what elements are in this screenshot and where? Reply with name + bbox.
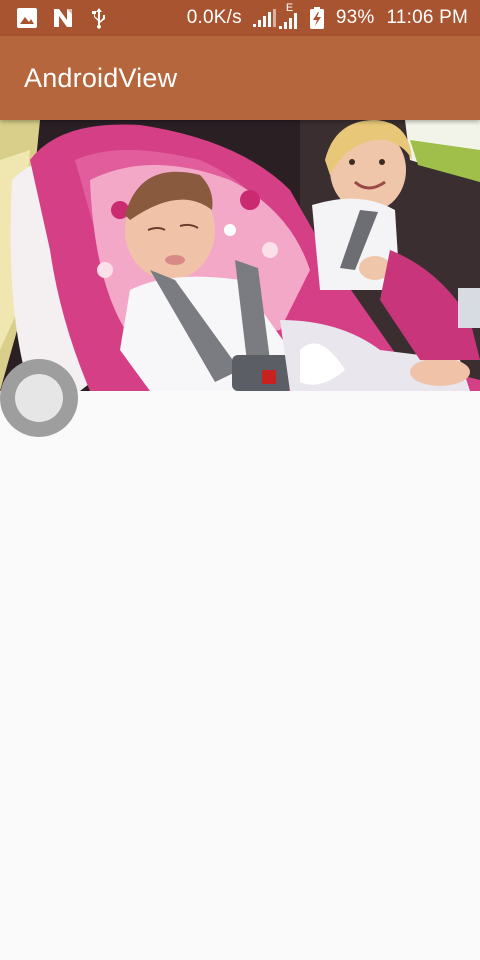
status-right: 0.0K/s E 93% 11:06 PM xyxy=(187,0,468,36)
app-bar: AndroidView xyxy=(0,36,480,120)
status-bar: 0.0K/s E 93% 11:06 PM xyxy=(0,0,480,36)
status-left-icons xyxy=(16,6,124,30)
battery-charging-icon xyxy=(309,7,324,29)
usb-icon xyxy=(92,8,105,29)
app-title: AndroidView xyxy=(24,63,178,93)
clock: 11:06 PM xyxy=(386,7,468,28)
image-icon xyxy=(17,8,37,28)
seek-bar-thumb[interactable] xyxy=(0,359,78,437)
signal-icon: E xyxy=(278,3,300,30)
battery-percent: 93% xyxy=(335,7,375,28)
n-notification-icon xyxy=(54,9,72,27)
network-speed: 0.0K/s xyxy=(186,7,242,28)
seek-bar-thumb-inner xyxy=(15,374,63,422)
signal-icon xyxy=(252,9,276,27)
video-view[interactable] xyxy=(0,120,480,391)
screen: 0.0K/s E 93% 11:06 PM AndroidView xyxy=(0,0,480,960)
video-frame xyxy=(0,120,480,391)
